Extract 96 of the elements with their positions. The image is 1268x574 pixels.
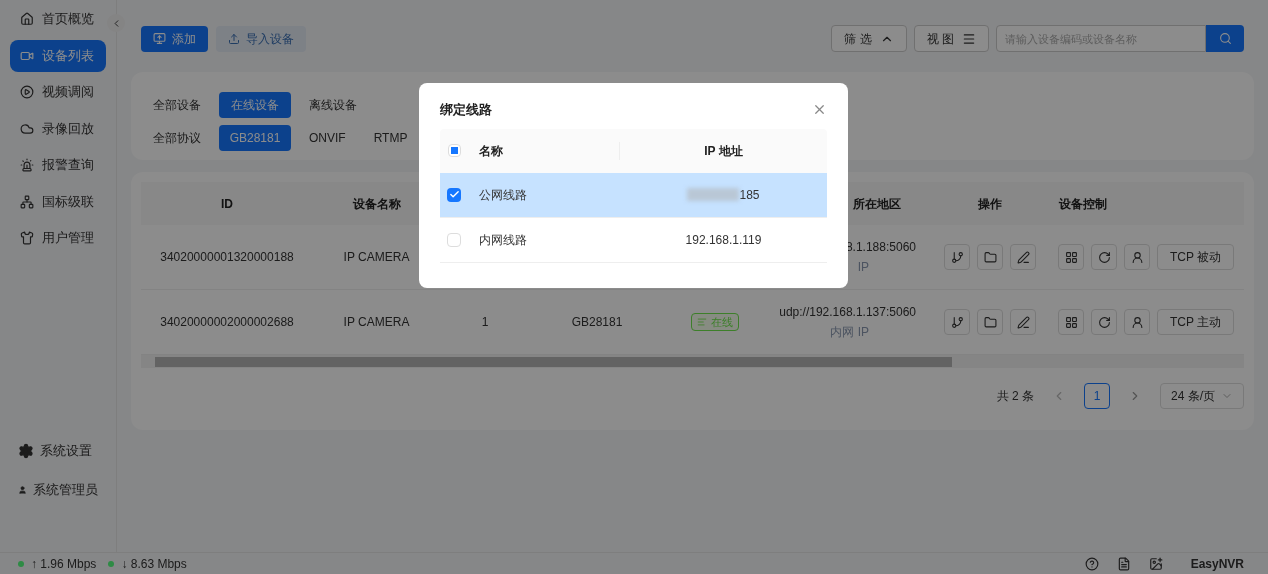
sidebar-item[interactable]: 系统设置 (10, 435, 106, 467)
table-cell-text: 8.1.188:5060 (845, 239, 916, 256)
edit-button[interactable] (1010, 244, 1036, 270)
folder-button[interactable] (977, 244, 1003, 270)
view-button[interactable]: 视 图 (913, 25, 989, 52)
filter-option[interactable]: RTMP (363, 125, 418, 151)
menu-icon (962, 31, 976, 46)
grid-button[interactable] (1058, 244, 1084, 270)
line-row[interactable]: 公网线路 185 (440, 172, 827, 218)
edit-button[interactable] (1010, 309, 1036, 335)
refresh-button[interactable] (1091, 309, 1117, 335)
column-header: 设备名称 (352, 196, 401, 211)
folder-icon (983, 315, 997, 329)
network-label: 内网 IP (830, 324, 869, 341)
help-icon[interactable] (1084, 556, 1099, 571)
grid-icon (1064, 250, 1078, 264)
refresh-icon (1097, 315, 1111, 329)
network-label: IP (857, 259, 869, 276)
sidebar-item[interactable]: 用户管理 (10, 222, 106, 254)
page-size-select[interactable]: 24 条/页 (1160, 383, 1244, 409)
table-cell: 34020000002000002688 (160, 315, 294, 329)
upload-icon (228, 32, 240, 45)
shirt-icon (20, 231, 34, 245)
branch-icon (950, 250, 964, 264)
branch-button[interactable] (944, 244, 970, 270)
refresh-icon (1097, 250, 1111, 264)
branch-button[interactable] (944, 309, 970, 335)
grid-icon (1064, 315, 1078, 329)
monitor-icon (153, 32, 166, 45)
sidebar-item[interactable]: 录像回放 (10, 112, 106, 145)
branch-icon (950, 315, 964, 329)
table-cell-text: udp://192.168.1.137:5060 (779, 304, 916, 321)
table-cell: IP CAMERA (343, 315, 410, 329)
lines-icon (696, 317, 707, 327)
status-tag: 在线 (690, 313, 739, 331)
table-cell: 公网线路 (479, 187, 527, 202)
pen-icon (1016, 315, 1030, 329)
refresh-button[interactable] (1091, 244, 1117, 270)
filter-option[interactable]: GB28181 (219, 125, 291, 151)
table-cell: GB28181 (571, 315, 623, 329)
document-icon[interactable] (1116, 556, 1131, 571)
person-button[interactable] (1124, 309, 1150, 335)
table-cell: 内网线路 (479, 232, 527, 247)
cloud-icon (20, 121, 34, 136)
table-cell: 34020000001320000188 (160, 250, 294, 264)
person-icon (1130, 315, 1144, 329)
settings-icon (18, 443, 34, 459)
grid-button[interactable] (1058, 309, 1084, 335)
column-header: 设备控制 (1059, 196, 1107, 211)
tcp-mode-button[interactable]: TCP 被动 (1157, 244, 1235, 270)
table-cell-text: 192.168.1.119 (685, 231, 762, 249)
tcp-mode-button[interactable]: TCP 主动 (1157, 309, 1235, 335)
person-icon (1130, 250, 1144, 264)
table-cell: IP CAMERA (343, 250, 410, 264)
network-icon (20, 194, 34, 209)
image-plus-icon[interactable] (1148, 556, 1163, 571)
row-checkbox[interactable] (447, 232, 461, 247)
dialog-title: 绑定线路 (440, 101, 492, 119)
home-icon (20, 12, 34, 26)
column-header: ID (221, 196, 233, 211)
brand-name: EasyNVR (1190, 555, 1244, 573)
sidebar-item[interactable]: 国标级联 (10, 185, 106, 218)
network-rate: ↑ 1.96 Mbps (31, 555, 97, 573)
add-button[interactable]: 添加 (141, 25, 208, 52)
horizontal-scrollbar[interactable] (141, 355, 1244, 368)
search-button[interactable] (1206, 25, 1244, 52)
sidebar-item[interactable]: 系统管理员 (10, 474, 106, 506)
page-button[interactable]: 1 (1084, 383, 1110, 409)
pen-icon (1016, 250, 1030, 264)
sidebar-item[interactable]: 视频调阅 (10, 76, 106, 108)
table-cell: 1 (481, 315, 489, 329)
select-all-checkbox[interactable] (447, 144, 461, 157)
column-header: IP 地址 (704, 143, 743, 158)
filter-option[interactable]: 离线设备 (299, 92, 367, 118)
row-checkbox[interactable] (447, 187, 461, 202)
import-button[interactable]: 导入设备 (216, 25, 306, 52)
total-count: 共 2 条 (996, 388, 1034, 405)
column-header: 所在地区 (853, 196, 901, 211)
column-header: 名称 (479, 143, 503, 158)
folder-button[interactable] (977, 309, 1003, 335)
filter-option[interactable]: 在线设备 (219, 92, 291, 118)
sidebar-item[interactable]: 设备列表 (10, 39, 106, 72)
siren-icon (20, 158, 34, 172)
filter-option[interactable]: ONVIF (299, 125, 356, 151)
sidebar-item[interactable]: 报警查询 (10, 149, 106, 181)
search-icon (1218, 32, 1232, 45)
filter-option[interactable]: 全部协议 (143, 125, 211, 151)
network-rate: ↓ 8.63 Mbps (121, 555, 187, 573)
person-button[interactable] (1124, 244, 1150, 270)
sidebar-item[interactable]: 首页概览 (10, 3, 106, 35)
folder-icon (983, 250, 997, 264)
filter-option[interactable]: 全部设备 (143, 92, 211, 118)
play-icon (20, 85, 34, 99)
column-header: 操作 (978, 196, 1002, 211)
table-cell-text: 185 (739, 186, 760, 204)
filter-button[interactable]: 筛 选 (831, 25, 907, 52)
